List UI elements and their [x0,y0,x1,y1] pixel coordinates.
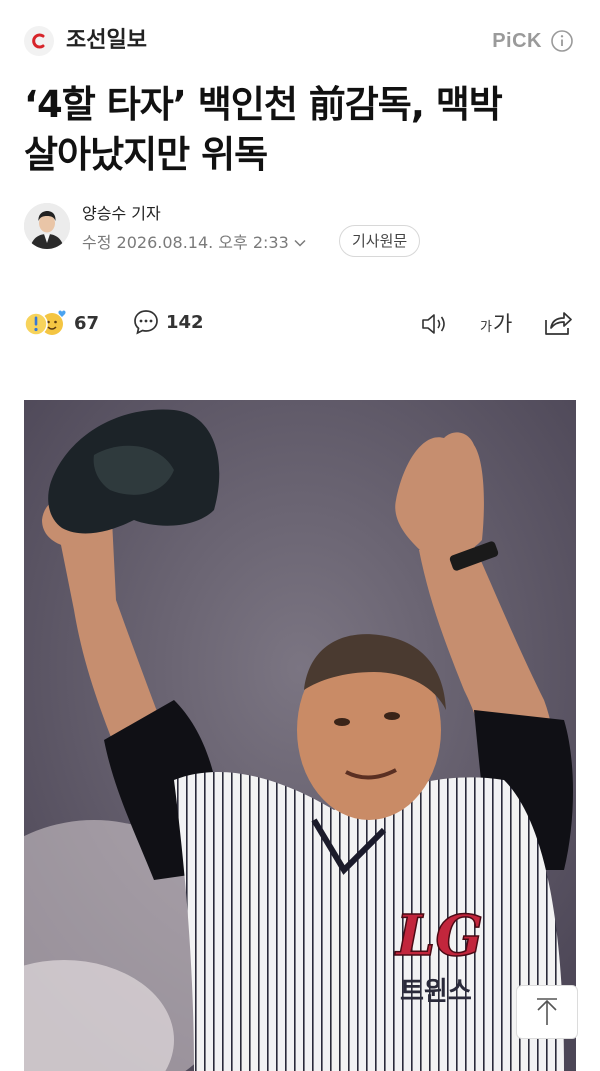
font-size-large-label: 가 [492,312,513,336]
comment-count: 142 [166,311,204,333]
pick-label: PiCK [492,30,542,52]
jersey-logo: LG [394,903,483,969]
reporter-avatar[interactable] [24,203,70,249]
press-header: 조선일보 PiCK [0,0,600,80]
action-bar: 67 142 가 가 [24,304,576,344]
article-title: ‘4할 타자’ 백인천 前감독, 맥박 살아났지만 위독 [24,80,576,180]
share-icon[interactable] [542,308,574,338]
jersey-team-text: 트윈스 [400,977,472,1007]
article-date[interactable]: 수정 2026.08.14. 오후 2:33 [82,231,307,255]
font-size-button[interactable]: 가 가 [480,308,512,338]
press-logo-icon[interactable] [24,26,54,56]
chevron-down-icon [294,239,306,247]
reporter-info: 양승수 기자 수정 2026.08.14. 오후 2:33 기사원문 [24,203,576,257]
comment-button[interactable]: 142 [132,308,204,336]
reaction-button[interactable]: 67 [24,308,99,338]
info-icon[interactable] [550,29,574,53]
reaction-emoji-icon [24,310,66,336]
press-name[interactable]: 조선일보 [66,26,147,56]
article-title-line-2: 살아났지만 위독 [24,133,268,176]
audio-icon[interactable] [420,310,452,338]
article-photo[interactable]: LG 트윈스 [24,400,576,1071]
comment-icon [134,310,158,335]
reaction-count: 67 [74,312,100,334]
scroll-top-button[interactable] [516,985,578,1039]
article-title-line-1: ‘4할 타자’ 백인천 前감독, 맥박 [24,83,503,126]
article-date-text: 수정 2026.08.14. 오후 2:33 [82,233,289,252]
reporter-name[interactable]: 양승수 기자 [82,203,161,225]
font-size-small-label: 가 [480,320,492,335]
original-article-button[interactable]: 기사원문 [339,225,421,257]
arrow-up-icon [537,998,557,1025]
